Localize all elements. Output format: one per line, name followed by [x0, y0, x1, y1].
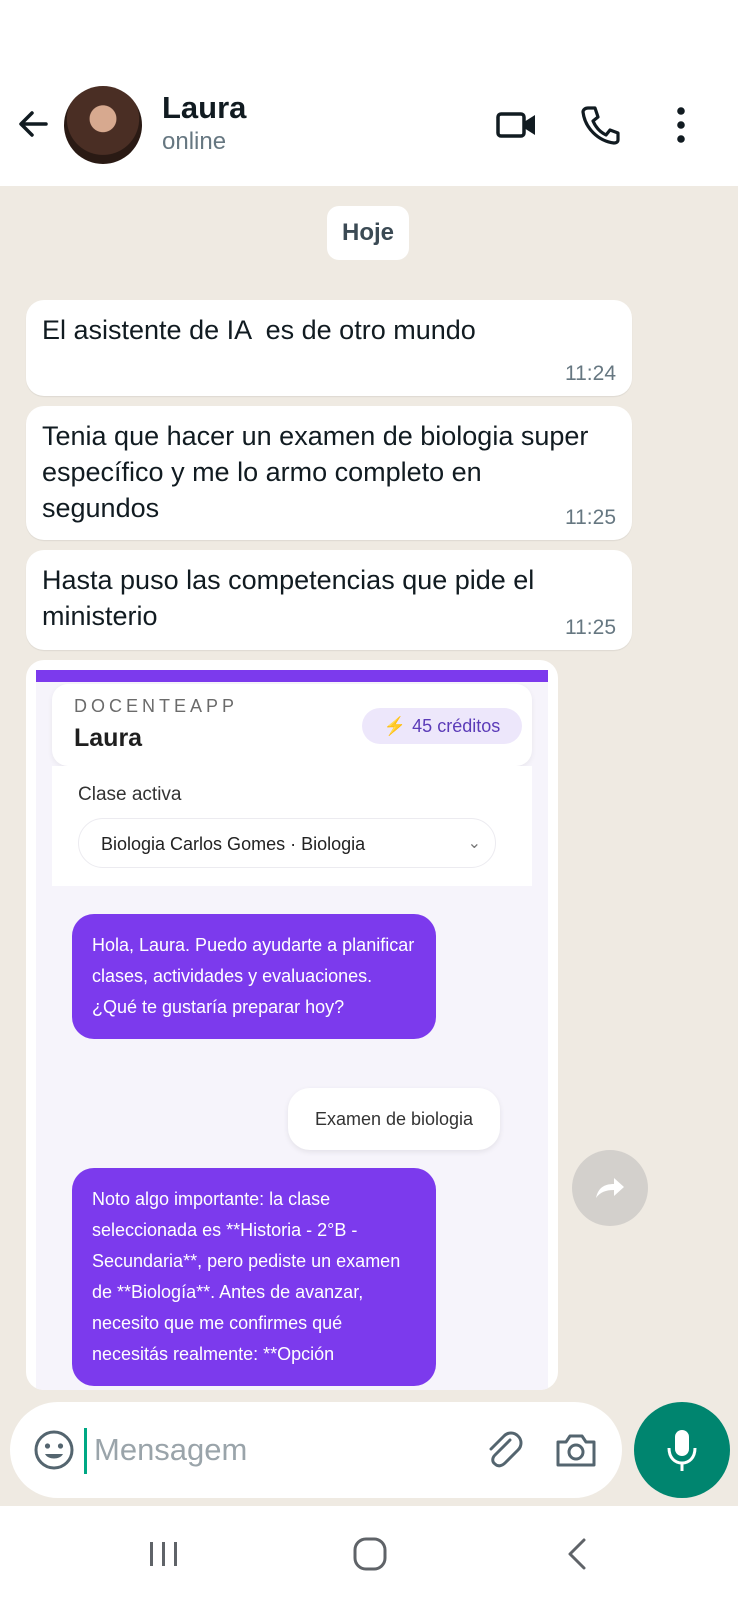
- message-text: Hasta puso las competencias que pide el …: [42, 565, 542, 631]
- video-call-icon[interactable]: [494, 102, 540, 148]
- message-time: 11:25: [565, 616, 616, 639]
- home-icon[interactable]: [346, 1530, 394, 1578]
- forward-icon: [596, 1178, 624, 1198]
- screenshot-status-bar: [36, 670, 548, 682]
- message-text: Tenia que hacer un examen de biologia su…: [42, 421, 596, 523]
- contact-status: online: [162, 128, 227, 155]
- status-bar: [0, 0, 738, 80]
- camera-icon[interactable]: [552, 1426, 600, 1474]
- chevron-down-icon: ⌄: [467, 835, 481, 852]
- more-options-icon[interactable]: [658, 102, 704, 148]
- message-time: 11:24: [565, 362, 616, 385]
- class-label: Clase activa: [78, 784, 182, 805]
- message-bubble[interactable]: Hasta puso las competencias que pide el …: [26, 550, 632, 650]
- class-select: Biologia Carlos Gomes · Biologia ⌄: [78, 818, 496, 868]
- contact-name[interactable]: Laura: [162, 90, 246, 126]
- image-message[interactable]: DOCENTEAPP Laura ⚡ 45 créditos Clase acti…: [26, 660, 558, 1390]
- back-nav-icon[interactable]: [554, 1530, 602, 1578]
- ai-message: Noto algo importante: la clase seleccion…: [72, 1168, 436, 1386]
- phone-call-icon[interactable]: [578, 102, 624, 148]
- emoji-icon[interactable]: [30, 1426, 78, 1474]
- user-message: Examen de biologia: [288, 1088, 500, 1150]
- avatar[interactable]: [64, 86, 142, 164]
- class-select-value: Biologia Carlos Gomes · Biologia: [101, 834, 366, 854]
- attach-icon[interactable]: [480, 1426, 528, 1474]
- message-bubble[interactable]: El asistente de IA es de otro mundo 11:2…: [26, 300, 632, 396]
- microphone-icon: [667, 1430, 697, 1471]
- shared-screenshot: DOCENTEAPP Laura ⚡ 45 créditos Clase acti…: [36, 670, 548, 1390]
- ai-message: Hola, Laura. Puedo ayudarte a planificar…: [72, 914, 436, 1039]
- message-time: 11:25: [565, 506, 616, 529]
- message-input[interactable]: [94, 1422, 454, 1478]
- text-cursor: [84, 1428, 87, 1474]
- class-panel: Clase activa Biologia Carlos Gomes · Bio…: [52, 766, 532, 886]
- bolt-icon: ⚡: [383, 716, 407, 736]
- voice-message-button[interactable]: [634, 1402, 730, 1498]
- credits-text: 45 créditos: [412, 716, 501, 736]
- forward-button[interactable]: [572, 1150, 648, 1226]
- message-bubble[interactable]: Tenia que hacer un examen de biologia su…: [26, 406, 632, 540]
- message-text: El asistente de IA es de otro mundo: [42, 315, 476, 345]
- message-composer: [10, 1402, 622, 1498]
- back-arrow-icon[interactable]: [14, 104, 54, 144]
- date-chip: Hoje: [327, 206, 409, 260]
- chat-header: Laura online: [0, 80, 738, 186]
- recent-apps-icon[interactable]: [140, 1530, 188, 1578]
- app-header-card: DOCENTEAPP Laura ⚡ 45 créditos: [52, 684, 532, 766]
- credits-badge: ⚡ 45 créditos: [362, 708, 522, 744]
- app-name: DOCENTEAPP: [74, 696, 239, 716]
- system-navigation-bar: [0, 1506, 738, 1600]
- app-user-name: Laura: [74, 724, 143, 752]
